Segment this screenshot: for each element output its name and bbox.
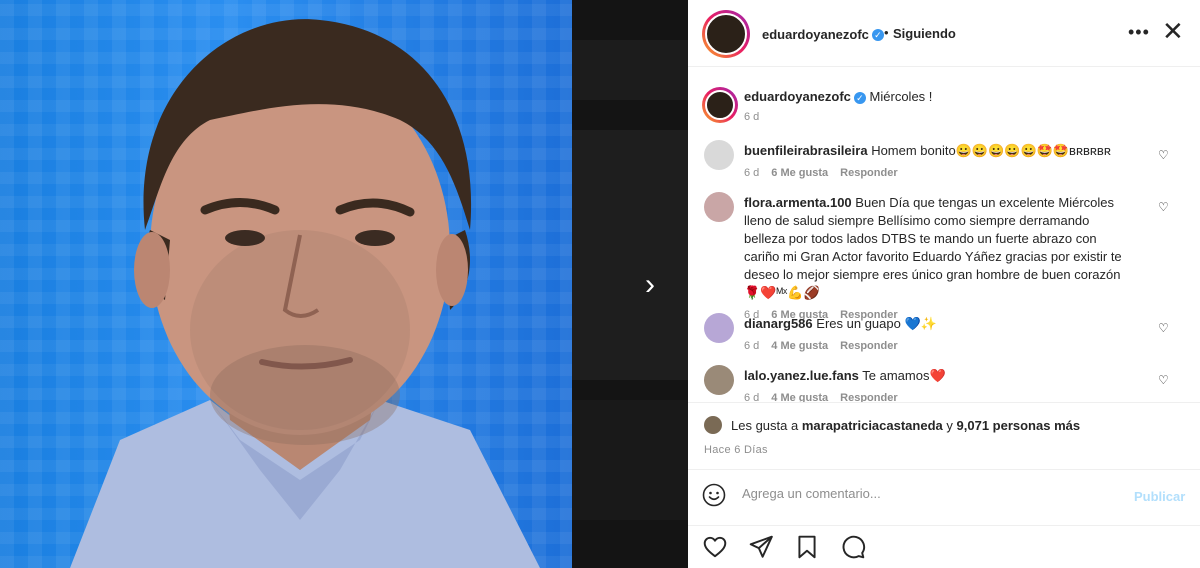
like-comment-heart-icon[interactable]: ♡ [1158,200,1169,214]
likes-prefix: Les gusta a [731,418,799,433]
comment-username-link[interactable]: buenfileirabrasileira [744,143,868,158]
comment-username-link[interactable]: flora.armenta.100 [744,195,852,210]
comment-meta: 6 d 4 Me gusta Responder [744,337,1134,355]
share-send-icon[interactable] [748,534,774,560]
verified-badge-icon: ✓ [871,28,884,41]
avatar[interactable] [704,313,734,343]
avatar[interactable] [704,192,734,222]
avatar[interactable] [705,90,735,120]
separator-dot: • [884,25,889,40]
post-author: eduardoyanezofc ✓ [762,26,884,44]
avatar[interactable] [704,365,734,395]
preview-block [572,400,688,520]
comment-time[interactable]: 6 d [744,392,759,402]
likes-summary: Les gusta a marapatriciacastaneda y 9,07… [731,418,1080,433]
comment-text: Eres un guapo 💙✨ [816,316,937,331]
liker-username-link[interactable]: marapatriciacastaneda [802,418,943,433]
comment-text: Buen Día que tengas un excelente Miércol… [744,195,1122,300]
comment-time[interactable]: 6 d [744,167,759,179]
caption-text: Miércoles ! [869,89,933,104]
post-header: eduardoyanezofc ✓ • Siguiendo ••• ✕ [688,0,1200,67]
comment-input[interactable] [742,486,1102,501]
comment-body: dianarg586 Eres un guapo 💙✨ 6 d 4 Me gust… [744,315,1134,355]
portrait-illustration [70,19,540,568]
avatar[interactable] [704,416,722,434]
caption: eduardoyanezofc ✓ Miércoles ! [744,89,932,104]
avatar[interactable] [705,13,747,55]
more-options-icon[interactable]: ••• [1128,22,1150,43]
likes-count-link[interactable]: 9,071 personas más [957,418,1081,433]
reply-button[interactable]: Responder [840,340,897,352]
comment-time[interactable]: 6 d [744,340,759,352]
author-username-link[interactable]: eduardoyanezofc [762,27,869,42]
comments-list[interactable]: eduardoyanezofc ✓ Miércoles ! 6 d buenfil… [688,67,1200,402]
comment-body: buenfileirabrasileira Homem bonito😀😀😀😀😀🤩… [744,142,1134,182]
like-comment-heart-icon[interactable]: ♡ [1158,148,1169,162]
comment-body: flora.armenta.100 Buen Día que tengas un… [744,194,1134,324]
comment-body: lalo.yanez.lue.fans Te amamos❤️ 6 d 4 Me … [744,367,1134,402]
comment-likes[interactable]: 6 Me gusta [771,167,828,179]
publish-button[interactable]: Publicar [1134,489,1185,504]
preview-block [572,130,688,380]
next-arrow-icon[interactable]: › [636,268,664,302]
avatar[interactable] [704,140,734,170]
likes-section: Les gusta a marapatriciacastaneda y 9,07… [688,402,1200,470]
post-actions [688,526,1200,568]
comment-text: Homem bonito😀😀😀😀😀🤩🤩ʙʀʙʀʙʀ [871,143,1111,158]
likes-joiner: y [946,418,953,433]
comment-text: Te amamos❤️ [862,368,946,383]
reply-button[interactable]: Responder [840,167,897,179]
like-comment-heart-icon[interactable]: ♡ [1158,373,1169,387]
comment-composer: Publicar [688,469,1200,526]
like-comment-heart-icon[interactable]: ♡ [1158,321,1169,335]
comment-likes[interactable]: 4 Me gusta [771,392,828,402]
emoji-icon[interactable] [702,483,726,507]
post-side-panel: eduardoyanezofc ✓ • Siguiendo ••• ✕ eduar… [688,0,1200,568]
post-timestamp[interactable]: Hace 6 Días [704,444,768,456]
reply-button[interactable]: Responder [840,392,897,402]
next-slide-preview [572,0,688,568]
comment-likes[interactable]: 4 Me gusta [771,340,828,352]
bookmark-icon[interactable] [794,534,820,560]
comment-meta: 6 d 6 Me gusta Responder [744,164,1134,182]
close-icon[interactable]: ✕ [1162,18,1184,44]
preview-block [572,40,688,100]
caption-username-link[interactable]: eduardoyanezofc [744,89,851,104]
comment-meta: 6 d 4 Me gusta Responder [744,389,1134,402]
post-photo [0,0,572,568]
comment-username-link[interactable]: lalo.yanez.lue.fans [744,368,859,383]
caption-timestamp[interactable]: 6 d [744,111,759,123]
following-button[interactable]: Siguiendo [893,26,956,41]
comment-username-link[interactable]: dianarg586 [744,316,813,331]
comment-bubble-icon[interactable] [840,534,866,560]
like-heart-icon[interactable] [702,534,728,560]
verified-badge-icon: ✓ [853,91,866,104]
